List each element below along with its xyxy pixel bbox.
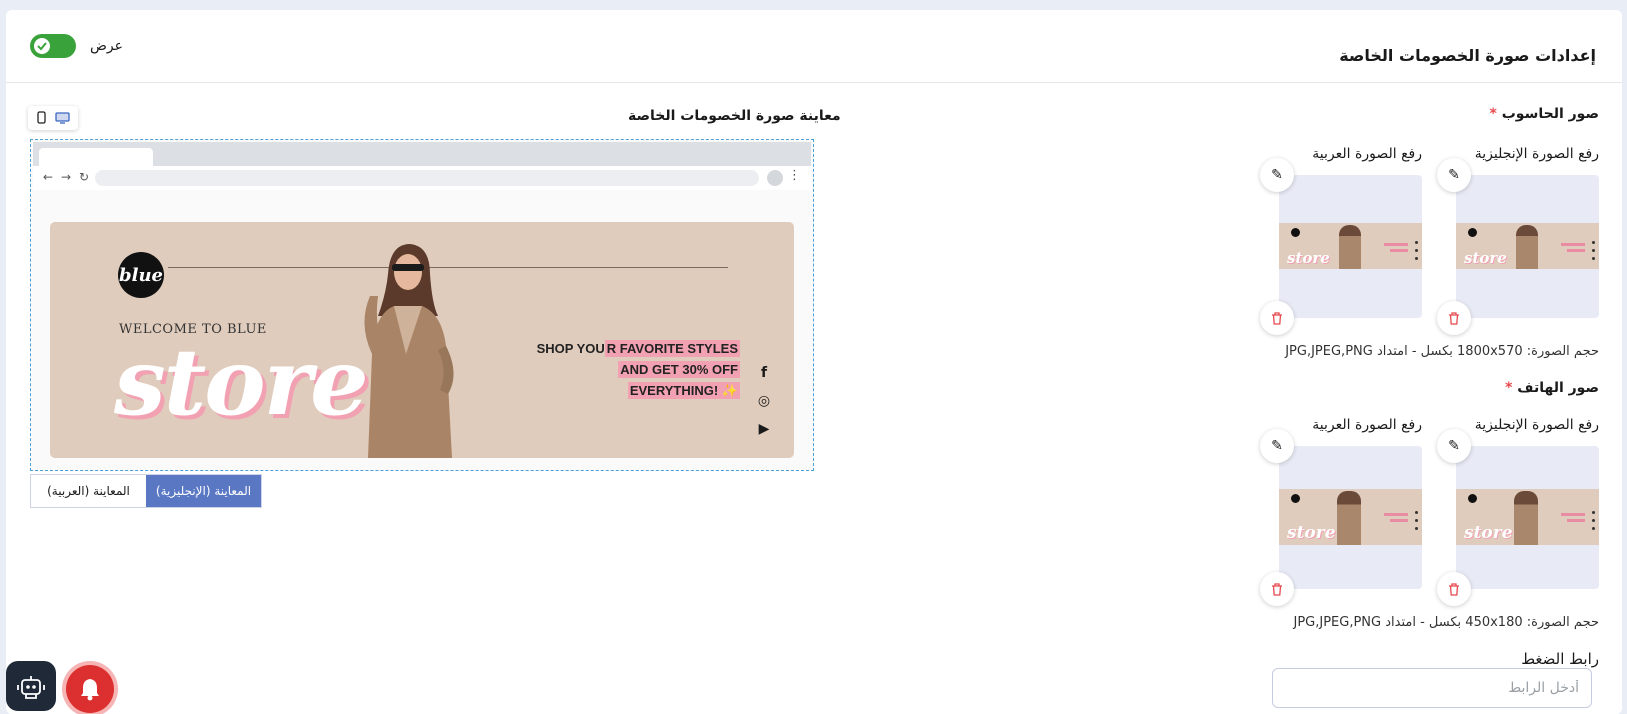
address-bar bbox=[95, 170, 759, 186]
page-title: إعدادات صورة الخصومات الخاصة bbox=[1339, 46, 1596, 65]
mobile-arabic-image[interactable]: store bbox=[1279, 446, 1422, 589]
youtube-icon: ▶ bbox=[758, 421, 770, 437]
preview-frame: ← → ↻ ⋮ blue WELCOME TO BLUE store SHOP … bbox=[30, 139, 814, 471]
delete-mobile-english-button[interactable] bbox=[1437, 572, 1471, 606]
assistant-button[interactable] bbox=[6, 661, 56, 711]
delete-desktop-english-button[interactable] bbox=[1437, 301, 1471, 335]
mobile-icon[interactable] bbox=[36, 109, 46, 128]
desktop-arabic-upload-label: رفع الصورة العربية bbox=[1312, 146, 1422, 162]
mobile-images-title: صور الهاتف * bbox=[1505, 380, 1599, 396]
edit-mobile-arabic-button[interactable]: ✎ bbox=[1260, 429, 1294, 463]
promo-banner: blue WELCOME TO BLUE store SHOP YOU R FAV… bbox=[50, 222, 794, 458]
notifications-button[interactable] bbox=[66, 665, 114, 713]
pencil-icon: ✎ bbox=[1271, 167, 1283, 183]
forward-arrow-icon: → bbox=[61, 170, 72, 184]
kebab-menu-icon: ⋮ bbox=[788, 168, 801, 183]
click-link-input[interactable] bbox=[1272, 668, 1592, 708]
edit-desktop-english-button[interactable]: ✎ bbox=[1437, 158, 1471, 192]
browser-navbar: ← → ↻ ⋮ bbox=[33, 166, 811, 190]
mobile-arabic-upload-label: رفع الصورة العربية bbox=[1312, 417, 1422, 433]
click-link-label: رابط الضغط bbox=[1521, 650, 1599, 668]
back-arrow-icon: ← bbox=[43, 170, 54, 184]
banner-promo-text: SHOP YOU R FAVORITE STYLES AND GET 30% OF… bbox=[536, 340, 740, 399]
tab-preview-arabic[interactable]: المعاينة (العربية) bbox=[31, 475, 146, 507]
desktop-arabic-image[interactable]: store bbox=[1279, 175, 1422, 318]
edit-mobile-english-button[interactable]: ✎ bbox=[1437, 429, 1471, 463]
profile-icon bbox=[767, 170, 783, 186]
trash-icon bbox=[1272, 311, 1282, 325]
preview-language-tabs: المعاينة (العربية) المعاينة (الإنجليزية) bbox=[30, 474, 262, 508]
instagram-icon: ◎ bbox=[757, 393, 771, 409]
trash-icon bbox=[1449, 582, 1459, 596]
pencil-icon: ✎ bbox=[1271, 438, 1283, 454]
reload-icon: ↻ bbox=[79, 170, 90, 184]
header-divider bbox=[6, 82, 1622, 83]
browser-tabbar bbox=[33, 142, 811, 166]
delete-mobile-arabic-button[interactable] bbox=[1260, 572, 1294, 606]
preview-title: معاينة صورة الخصومات الخاصة bbox=[628, 108, 841, 124]
edit-desktop-arabic-button[interactable]: ✎ bbox=[1260, 158, 1294, 192]
toggle-label: عرض bbox=[90, 38, 124, 54]
facebook-icon: f bbox=[760, 365, 768, 381]
pencil-icon: ✎ bbox=[1448, 167, 1460, 183]
device-switcher bbox=[28, 106, 78, 130]
tab-preview-english[interactable]: المعاينة (الإنجليزية) bbox=[146, 475, 261, 507]
pencil-icon: ✎ bbox=[1448, 438, 1460, 454]
desktop-size-note: حجم الصورة: 1800x570 بكسل - امتداد JPG,J… bbox=[1285, 344, 1599, 359]
trash-icon bbox=[1449, 311, 1459, 325]
trash-icon bbox=[1272, 582, 1282, 596]
model-figure bbox=[364, 244, 454, 458]
check-icon bbox=[34, 38, 50, 54]
mobile-size-note: حجم الصورة: 450x180 بكسل - امتداد JPG,JP… bbox=[1293, 615, 1599, 630]
bell-icon bbox=[81, 679, 99, 701]
desktop-english-image[interactable]: store bbox=[1456, 175, 1599, 318]
desktop-images-title: صور الحاسوب * bbox=[1489, 106, 1599, 122]
robot-icon bbox=[17, 676, 45, 699]
delete-desktop-arabic-button[interactable] bbox=[1260, 301, 1294, 335]
desktop-icon[interactable] bbox=[54, 109, 70, 128]
mobile-english-upload-label: رفع الصورة الإنجليزية bbox=[1474, 417, 1599, 433]
banner-social-icons: f ◎ ▶ bbox=[756, 365, 772, 437]
display-toggle[interactable] bbox=[30, 34, 76, 58]
browser-tab bbox=[39, 148, 153, 166]
banner-store-word: store bbox=[114, 328, 369, 436]
mobile-english-image[interactable]: store bbox=[1456, 446, 1599, 589]
brand-logo: blue bbox=[118, 252, 164, 298]
desktop-english-upload-label: رفع الصورة الإنجليزية bbox=[1474, 146, 1599, 162]
